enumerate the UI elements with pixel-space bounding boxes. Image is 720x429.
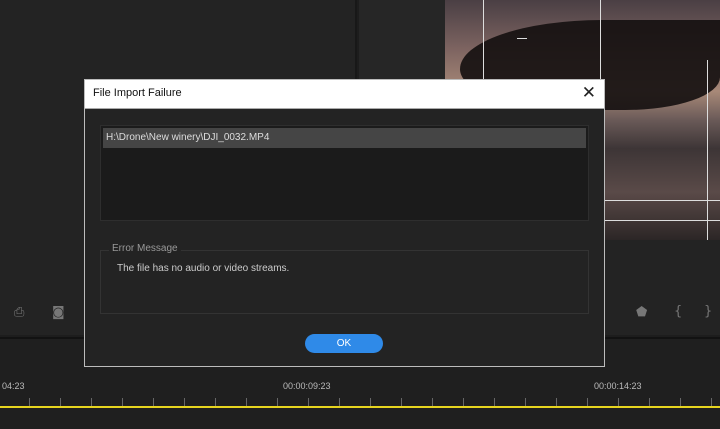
ruler-tick [277,398,278,406]
mark-in-icon[interactable]: { [674,304,682,319]
timecode-label: 00:00:14:23 [594,381,642,391]
ruler-tick [60,398,61,406]
timecode-label: 04:23 [2,381,25,391]
ruler-tick [153,398,154,406]
file-import-failure-dialog: File Import Failure ✕ H:\Drone\New winer… [84,79,605,367]
camera-icon[interactable]: ◙ [52,305,65,320]
failed-files-list[interactable]: H:\Drone\New winery\DJI_0032.MP4 [100,125,589,221]
ruler-tick [91,398,92,406]
close-icon[interactable]: ✕ [582,83,596,103]
list-item[interactable]: H:\Drone\New winery\DJI_0032.MP4 [103,128,586,148]
error-group-label: Error Message [109,243,181,254]
dialog-title: File Import Failure [93,87,182,99]
safe-guide-line [707,60,708,240]
ruler-tick [711,398,712,406]
ruler-tick [184,398,185,406]
ruler-tick [401,398,402,406]
ruler-tick [29,398,30,406]
export-frame-icon[interactable]: ⎙ [14,305,24,320]
ruler-tick [556,398,557,406]
ruler-tick [339,398,340,406]
ruler-tick [463,398,464,406]
safe-guide-line [600,200,720,201]
marker-icon[interactable]: ⬟ [636,305,647,320]
work-area-bar[interactable] [0,406,720,408]
error-text: The file has no audio or video streams. [117,263,290,274]
ruler-tick [432,398,433,406]
ruler-tick [587,398,588,406]
ruler-tick [649,398,650,406]
mark-out-icon[interactable]: } [704,304,712,319]
safe-guide-line [600,220,720,221]
ruler-tick [308,398,309,406]
ruler-tick [122,398,123,406]
ruler-tick [215,398,216,406]
ruler-tick [525,398,526,406]
ruler-tick [370,398,371,406]
ruler-tick [618,398,619,406]
dialog-titlebar[interactable]: File Import Failure ✕ [85,80,604,109]
ruler-tick [494,398,495,406]
timecode-label: 00:00:09:23 [283,381,331,391]
ruler-tick [680,398,681,406]
ok-button[interactable]: OK [305,334,383,353]
ruler-tick [246,398,247,406]
error-message-group: Error Message The file has no audio or v… [100,243,589,314]
crosshair-guide [517,38,527,39]
